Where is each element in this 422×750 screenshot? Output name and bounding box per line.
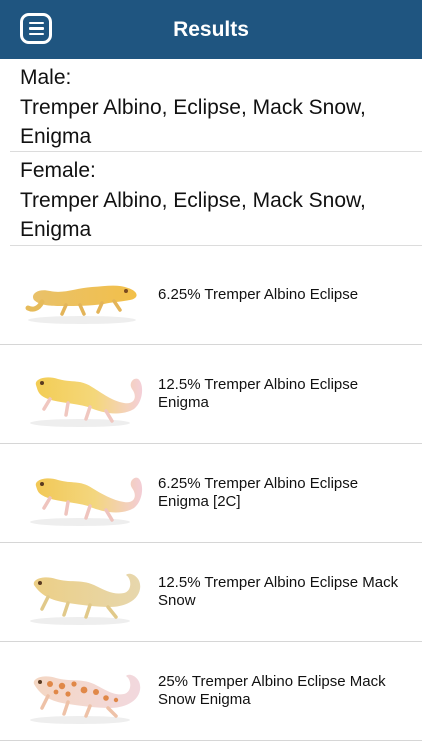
- gecko-image: [30, 674, 141, 724]
- female-traits: Tremper Albino, Eclipse, Mack Snow, Enig…: [20, 188, 366, 242]
- result-row[interactable]: 12.5% Tremper Albino Eclipse Enigma: [0, 345, 422, 444]
- male-heading: Male:: [20, 66, 72, 89]
- gecko-image: [30, 477, 143, 526]
- female-heading: Female:: [20, 159, 96, 182]
- result-row[interactable]: 25% Tremper Albino Eclipse Mack Snow Eni…: [0, 642, 422, 741]
- divider: [10, 151, 422, 152]
- gecko-image: [30, 377, 143, 427]
- result-label: 12.5% Tremper Albino Eclipse Mack Snow: [158, 574, 399, 609]
- results-list: 6.25% Tremper Albino Eclipse 12.5% Tremp…: [0, 246, 422, 741]
- female-parent-info: Female: Tremper Albino, Eclipse, Mack Sn…: [20, 156, 410, 245]
- result-row[interactable]: 6.25% Tremper Albino Eclipse: [0, 246, 422, 345]
- result-label: 12.5% Tremper Albino Eclipse Enigma: [158, 376, 359, 411]
- navigation-bar: Results: [0, 0, 422, 59]
- result-label: 6.25% Tremper Albino Eclipse Enigma [2C]: [158, 475, 359, 510]
- result-row[interactable]: 6.25% Tremper Albino Eclipse Enigma [2C]: [0, 444, 422, 543]
- male-parent-info: Male: Tremper Albino, Eclipse, Mack Snow…: [20, 63, 410, 152]
- male-traits: Tremper Albino, Eclipse, Mack Snow, Enig…: [20, 95, 366, 149]
- result-row[interactable]: 12.5% Tremper Albino Eclipse Mack Snow: [0, 543, 422, 642]
- gecko-image: [25, 285, 137, 324]
- page-title: Results: [173, 18, 249, 41]
- result-label: 6.25% Tremper Albino Eclipse: [158, 286, 359, 303]
- result-label: 25% Tremper Albino Eclipse Mack Snow Eni…: [158, 673, 386, 708]
- gecko-image: [30, 573, 141, 625]
